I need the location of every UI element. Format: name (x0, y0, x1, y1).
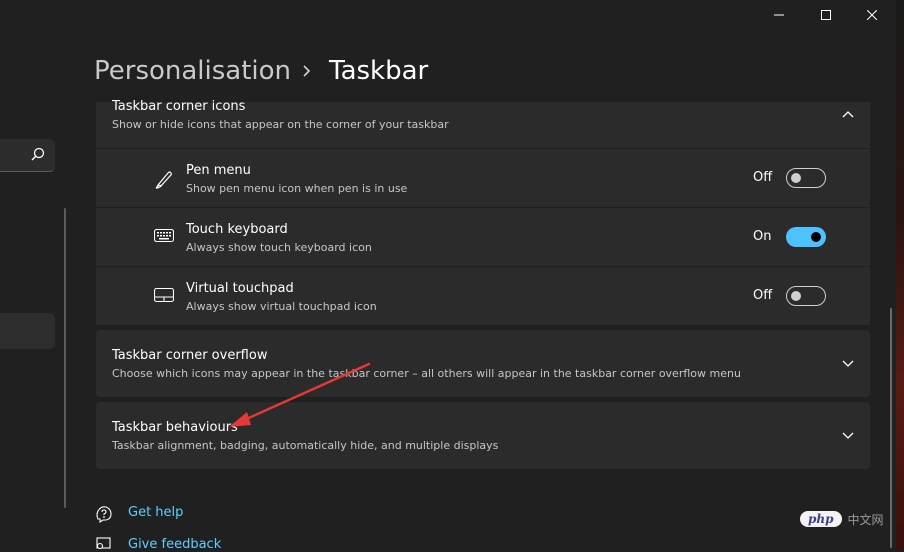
get-help-link[interactable]: Get help (128, 505, 183, 520)
feedback-icon (96, 537, 111, 550)
annotation-arrow (229, 362, 371, 427)
php-logo: php (800, 511, 842, 527)
php-site-text: 中文网 (847, 512, 884, 527)
content-scrollbar[interactable] (890, 308, 892, 548)
help-icon (96, 506, 112, 523)
watermark: php 中文网 (800, 509, 884, 529)
